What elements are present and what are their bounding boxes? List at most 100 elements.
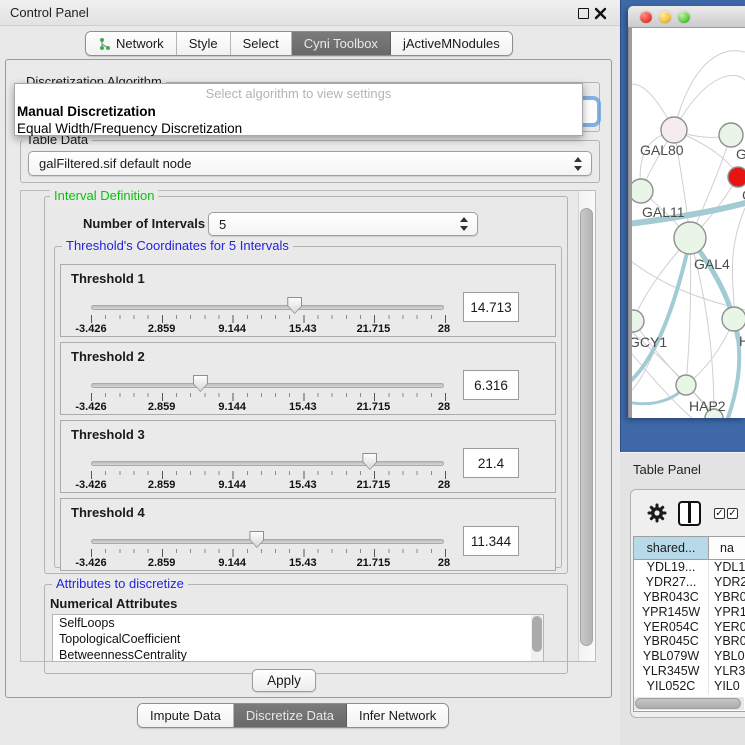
checkbox-icon[interactable]: ✓ xyxy=(714,508,725,519)
table-hscrollbar-thumb[interactable] xyxy=(635,698,741,709)
node-label: H xyxy=(739,333,745,349)
close-icon[interactable] xyxy=(594,7,607,20)
network-node[interactable] xyxy=(722,307,745,331)
table-row[interactable]: YDR27...YDR2 xyxy=(634,575,745,590)
cell-shared-name: YIL052C xyxy=(634,679,709,694)
tick-label: 2.859 xyxy=(148,557,176,569)
threshold-value-field[interactable]: 21.4 xyxy=(463,448,519,478)
network-canvas[interactable]: GAL80GACGAL11GAL4GCY1HHAP2 xyxy=(632,28,745,418)
close-traffic-light-icon[interactable] xyxy=(640,11,652,23)
table-row[interactable]: YPR145WYPR1 xyxy=(634,605,745,620)
table-rows: YDL19...YDL1YDR27...YDR2YBR043CYBR0YPR14… xyxy=(634,560,745,694)
network-node[interactable] xyxy=(632,179,653,203)
bottom-tab-bar: Impute Data Discretize Data Infer Networ… xyxy=(137,703,449,728)
cell-name: YPR1 xyxy=(709,605,745,620)
tick-label: 15.43 xyxy=(289,557,317,569)
node-label: GCY1 xyxy=(632,334,667,350)
tab-label: Infer Network xyxy=(359,708,436,723)
algorithm-option-manual[interactable]: Manual Discretization xyxy=(15,103,582,120)
network-node[interactable] xyxy=(661,117,687,143)
float-window-icon[interactable] xyxy=(578,8,589,19)
slider-ruler xyxy=(91,549,446,558)
table-row[interactable]: YBR043CYBR0 xyxy=(634,590,745,605)
tab-discretize-data[interactable]: Discretize Data xyxy=(234,704,347,727)
slider-track[interactable] xyxy=(91,383,444,388)
column-layout-icon[interactable] xyxy=(678,501,701,526)
threshold-value-field[interactable]: 6.316 xyxy=(463,370,519,400)
tick-label: 28 xyxy=(438,323,450,335)
interval-definition-title: Interval Definition xyxy=(50,189,158,203)
tick-label: 21.715 xyxy=(357,401,391,413)
number-of-intervals-combobox[interactable]: 5 xyxy=(208,212,478,236)
network-graph xyxy=(632,28,745,418)
tab-style[interactable]: Style xyxy=(177,32,231,55)
algorithm-hint-option[interactable]: Select algorithm to view settings xyxy=(15,84,582,103)
table-data-combobox[interactable]: galFiltered.sif default node xyxy=(28,151,592,176)
threshold-value-field[interactable]: 11.344 xyxy=(463,526,519,556)
attribute-item[interactable]: SelfLoops xyxy=(53,615,543,631)
cell-shared-name: YDR27... xyxy=(634,575,709,590)
algorithm-option-equal-width[interactable]: Equal Width/Frequency Discretization xyxy=(15,120,582,137)
attributes-scrollbar[interactable] xyxy=(531,615,543,661)
zoom-traffic-light-icon[interactable] xyxy=(678,11,690,23)
control-panel: Control Panel Network Style Select Cyni … xyxy=(0,0,620,745)
tab-jactivemnodules[interactable]: jActiveMNodules xyxy=(391,32,512,55)
cell-name: YBR0 xyxy=(709,590,745,605)
cell-shared-name: YDL19... xyxy=(634,560,709,575)
minimize-traffic-light-icon[interactable] xyxy=(659,11,671,23)
table-row[interactable]: YDL19...YDL1 xyxy=(634,560,745,575)
number-of-intervals-value: 5 xyxy=(219,217,226,232)
slider-track[interactable] xyxy=(91,461,444,466)
apply-button[interactable]: Apply xyxy=(252,669,316,692)
table-row[interactable]: YBR045CYBR0 xyxy=(634,634,745,649)
panel-title: Control Panel xyxy=(10,5,89,20)
table-row[interactable]: YBL079WYBL0 xyxy=(634,649,745,664)
network-node[interactable] xyxy=(676,375,696,395)
tick-label: 21.715 xyxy=(357,323,391,335)
network-node[interactable] xyxy=(674,222,706,254)
column-header-name[interactable]: na xyxy=(709,537,745,559)
slider-thumb[interactable] xyxy=(287,297,302,314)
attributes-scrollbar-thumb[interactable] xyxy=(532,616,542,652)
threshold-panel: Threshold 4-3.4262.8599.14415.4321.71528… xyxy=(60,498,556,571)
table-row[interactable]: YLR345WYLR3 xyxy=(634,664,745,679)
slider-thumb[interactable] xyxy=(249,531,264,548)
cell-shared-name: YER054C xyxy=(634,620,709,635)
node-label: HAP2 xyxy=(689,398,726,414)
tab-cyni-toolbox[interactable]: Cyni Toolbox xyxy=(292,32,391,55)
column-header-shared-name[interactable]: shared... xyxy=(634,537,709,559)
slider-ruler xyxy=(91,471,446,480)
threshold-label: Threshold 3 xyxy=(71,427,145,442)
slider-track[interactable] xyxy=(91,305,444,310)
slider-thumb[interactable] xyxy=(193,375,208,392)
gear-icon[interactable] xyxy=(647,503,667,523)
tab-label: Discretize Data xyxy=(246,708,334,723)
table-row[interactable]: YER054CYER0 xyxy=(634,620,745,635)
slider-thumb[interactable] xyxy=(362,453,377,470)
checkbox-icon[interactable]: ✓ xyxy=(727,508,738,519)
tab-impute-data[interactable]: Impute Data xyxy=(138,704,234,727)
tick-label: 28 xyxy=(438,557,450,569)
tab-label: Cyni Toolbox xyxy=(304,36,378,51)
network-icon xyxy=(98,37,111,51)
tab-select[interactable]: Select xyxy=(231,32,292,55)
attribute-item[interactable]: BetweennessCentrality xyxy=(53,647,543,662)
cell-name: YDR2 xyxy=(709,575,745,590)
network-node[interactable] xyxy=(719,123,743,147)
tick-label: -3.426 xyxy=(75,557,106,569)
threshold-value-field[interactable]: 14.713 xyxy=(463,292,519,322)
tick-label: 28 xyxy=(438,479,450,491)
network-node[interactable] xyxy=(632,310,644,332)
network-node[interactable] xyxy=(728,167,745,187)
node-label: GAL4 xyxy=(694,256,730,272)
attribute-item[interactable]: TopologicalCoefficient xyxy=(53,631,543,647)
stepper-arrows-icon xyxy=(460,217,469,231)
tick-label: 9.144 xyxy=(218,557,246,569)
tab-infer-network[interactable]: Infer Network xyxy=(347,704,448,727)
tab-network[interactable]: Network xyxy=(86,32,177,55)
table-row[interactable]: YIL052CYIL0 xyxy=(634,679,745,694)
threshold-label: Threshold 1 xyxy=(71,271,145,286)
cell-shared-name: YBR045C xyxy=(634,634,709,649)
settings-scrollbar-thumb[interactable] xyxy=(580,208,593,646)
slider-track[interactable] xyxy=(91,539,444,544)
